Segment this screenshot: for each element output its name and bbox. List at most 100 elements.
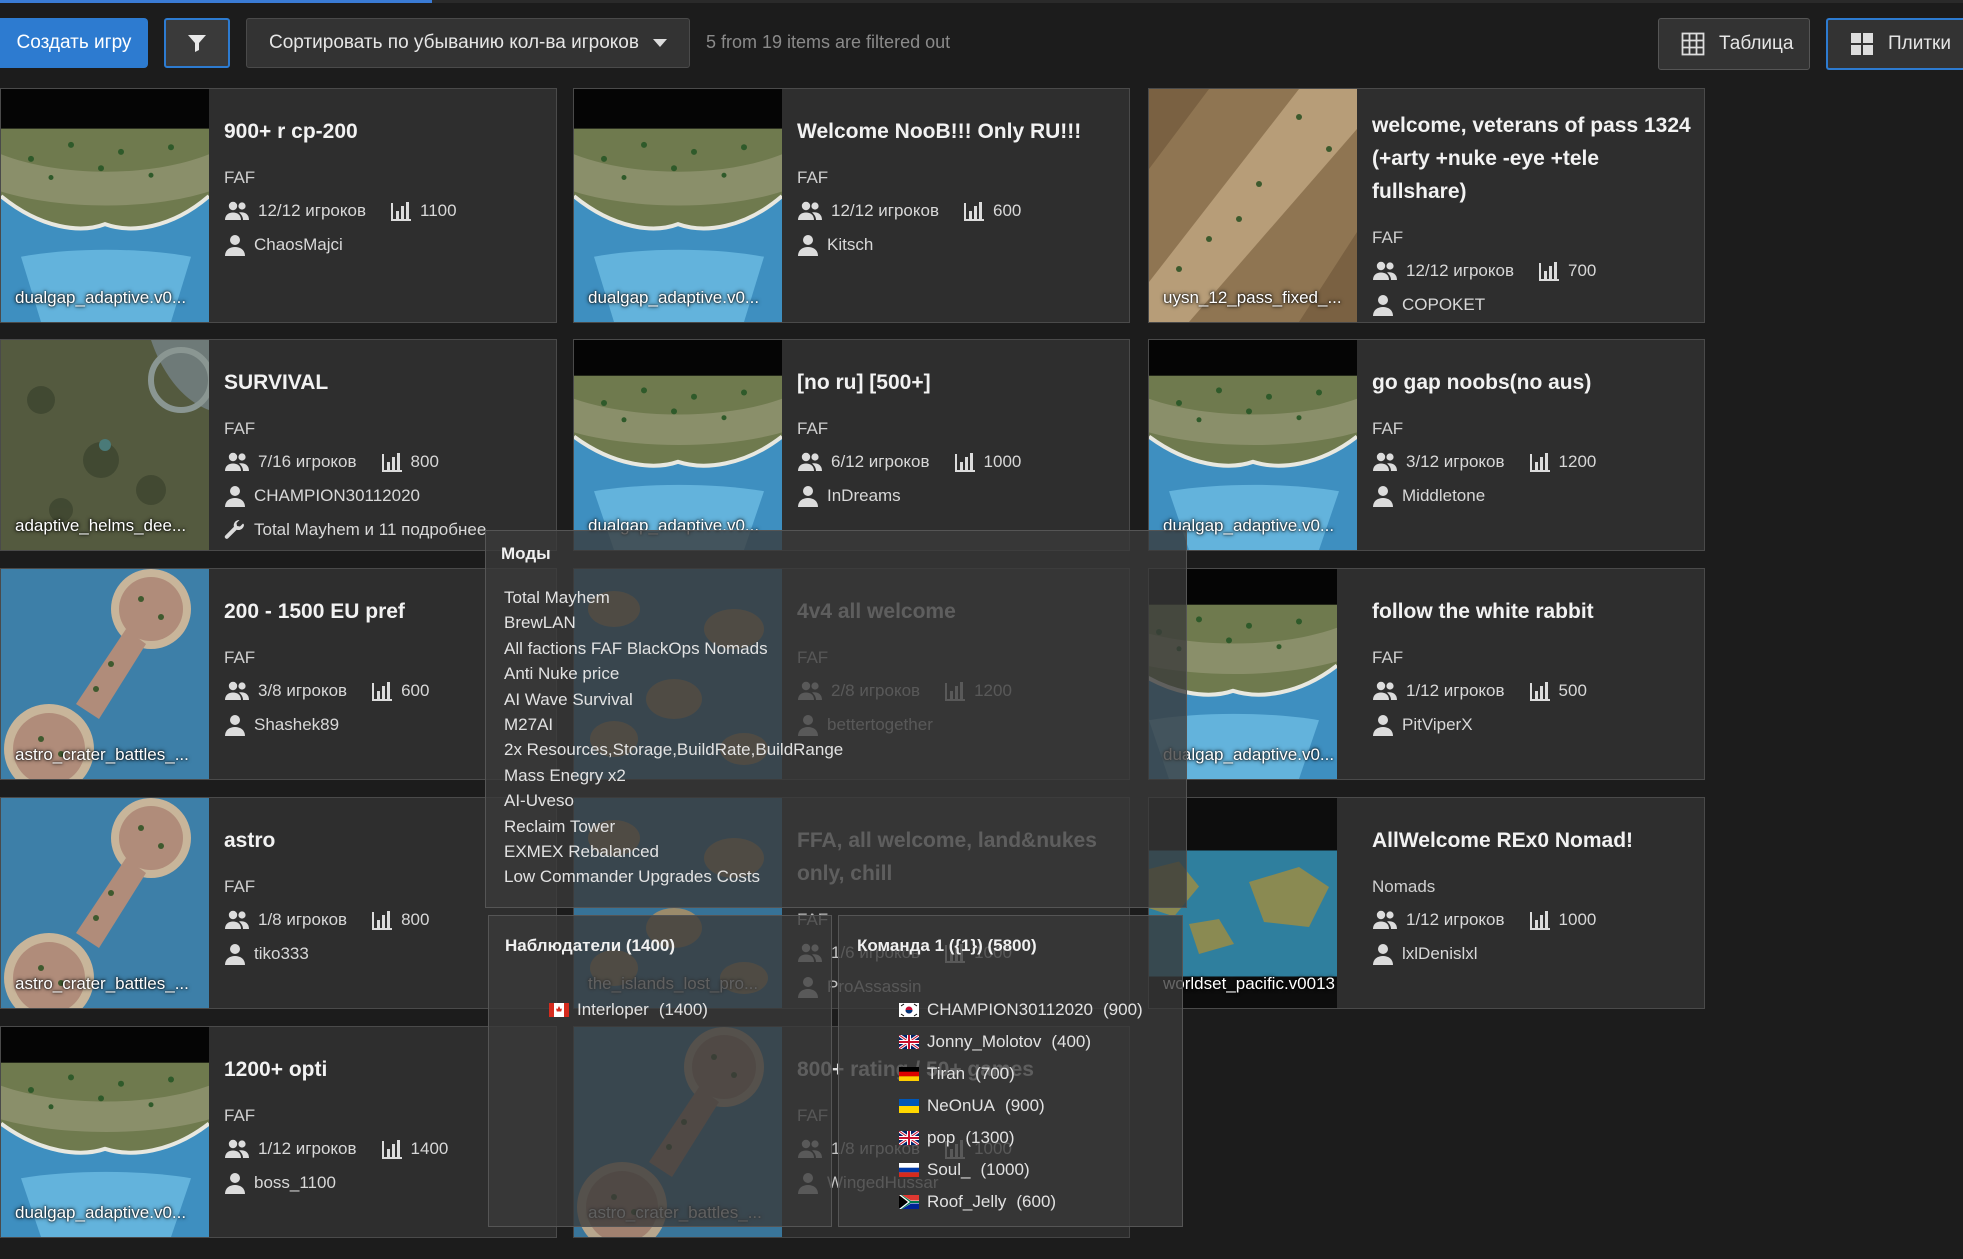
top-progress-line [0,0,1963,3]
game-tile[interactable]: dualgap_adaptive.v0... 1200+ opti FAF 1/… [0,1026,557,1238]
game-title: SURVIVAL [224,371,329,394]
person-icon [225,715,245,736]
sort-select[interactable]: Сортировать по убыванию кол-ва игроков [246,18,690,68]
map-thumbnail: dualgap_adaptive.v0... [1149,340,1357,550]
person-icon [225,486,245,507]
player-name: pop [927,1128,956,1147]
player-count: 7/16 игроков [224,452,357,472]
team-tooltip-title: Команда 1 ({1}) (5800) [857,936,1037,955]
people-icon [225,201,249,220]
game-tile[interactable]: dualgap_adaptive.v0... go gap noobs(no a… [1148,339,1705,551]
mod-item: Total Mayhem [504,588,610,607]
rating: 1000 [954,452,1021,472]
player-count-text: 1/12 игроков [1406,681,1505,700]
game-info: Welcome NooB!!! Only RU!!! FAF 12/12 игр… [797,103,1117,256]
player-rating: (600) [1016,1192,1057,1211]
person-icon [225,944,245,965]
map-thumbnail: dualgap_adaptive.v0... [574,89,782,322]
game-info: go gap noobs(no aus) FAF 3/12 игроков 12… [1372,354,1692,507]
host-name: lxlDenislxl [1402,944,1478,963]
map-thumbnail: astro_crater_battles_... [1,569,209,779]
people-icon [225,910,249,929]
person-icon [1373,715,1393,736]
bar-chart-icon [954,453,975,472]
create-game-button[interactable]: Создать игру [0,18,148,68]
map-name: uysn_12_pass_fixed_... [1163,288,1342,307]
view-table-button[interactable]: Таблица [1658,18,1810,70]
game-tile[interactable]: adaptive_helms_dee... SURVIVAL FAF 7/16 … [0,339,557,551]
map-name: dualgap_adaptive.v0... [15,288,187,307]
rating-text: 1400 [410,1139,449,1158]
game-tile[interactable]: astro_crater_battles_... astro FAF 1/8 и… [0,797,557,1009]
people-icon [225,1139,249,1158]
game-tile[interactable]: dualgap_adaptive.v0... [no ru] [500+] FA… [573,339,1130,551]
game-tile[interactable]: worldset_pacific.v0013 AllWelcome REx0 N… [1148,797,1705,1009]
game-tile[interactable]: dualgap_adaptive.v0... Welcome NooB!!! O… [573,88,1130,323]
game-info: AllWelcome REx0 Nomad! Nomads 1/12 игрок… [1372,812,1692,965]
player-count: 3/8 игроков [224,681,347,701]
rating: 600 [963,201,1021,221]
game-info: welcome, veterans of pass 1324 (+arty +n… [1372,97,1692,316]
player-entry: Jonny_Molotov (400) [899,1026,1143,1058]
host-name: COPOKET [1402,295,1486,314]
map-thumbnail: uysn_12_pass_fixed_... [1149,89,1357,322]
filter-button[interactable] [164,18,230,68]
player-count-text: 12/12 игроков [831,201,939,220]
bar-chart-icon [381,1140,402,1159]
game-stats-row: 1/12 игроков 1000 [1372,909,1692,931]
map-name: astro_crater_battles_... [15,974,189,993]
person-icon [798,235,818,256]
host-name: PitViperX [1402,715,1473,734]
game-stats-row: 12/12 игроков 700 [1372,260,1692,282]
player-count: 1/12 игроков [1372,681,1505,701]
flag-ca-icon [549,1003,569,1017]
host-row: PitViperX [1372,714,1692,736]
game-tile[interactable]: uysn_12_pass_fixed_... welcome, veterans… [1148,88,1705,323]
player-count-text: 6/12 игроков [831,452,930,471]
player-name: Soul_ [927,1160,971,1179]
host-name: tiko333 [254,944,309,963]
player-entry: Roof_Jelly (600) [899,1186,1143,1218]
rating-text: 700 [1568,261,1597,280]
rating-text: 500 [1558,681,1587,700]
player-entry: pop (1300) [899,1122,1143,1154]
person-icon [798,486,818,507]
player-name: NeOnUA [927,1096,996,1115]
mod-item: Reclaim Tower [504,816,616,836]
mods-tooltip-title: Моды [501,544,551,563]
view-tiles-button[interactable]: Плитки [1826,18,1963,70]
mod-item: 2x Resources,Storage,BuildRate,BuildRang… [504,740,844,760]
people-icon [1373,681,1397,700]
player-count: 1/12 игроков [224,1139,357,1159]
featured-mod: FAF [1372,228,1404,247]
view-table-label: Таблица [1719,33,1794,54]
flag-ru-icon [899,1163,919,1177]
bar-chart-icon [381,453,402,472]
flag-ua-icon [899,1099,919,1113]
people-icon [1373,261,1397,280]
people-icon [798,452,822,471]
map-name: dualgap_adaptive.v0... [588,288,760,307]
person-icon [1373,486,1393,507]
player-entry: CHAMPION30112020 (900) [899,994,1143,1026]
grid-icon [1681,32,1705,56]
player-count-text: 1/8 игроков [258,910,348,929]
game-tile[interactable]: dualgap_adaptive.v0... follow the white … [1148,568,1705,780]
game-title: go gap noobs(no aus) [1372,371,1592,394]
map-name: adaptive_helms_dee... [15,516,187,535]
player-count-text: 12/12 игроков [258,201,366,220]
player-rating: (700) [975,1064,1015,1083]
player-name: Tiran [927,1064,966,1083]
rating: 800 [381,452,439,472]
game-tile[interactable]: astro_crater_battles_... 200 - 1500 EU p… [0,568,557,780]
game-stats-row: 1/12 игроков 500 [1372,680,1692,702]
game-stats-row: 6/12 игроков 1000 [797,451,1117,473]
host-row: InDreams [797,485,1117,507]
map-name: dualgap_adaptive.v0... [1163,516,1335,535]
host-name: Kitsch [827,235,874,254]
game-tile[interactable]: dualgap_adaptive.v0... 900+ r cp-200 FAF… [0,88,557,323]
people-icon [225,452,249,471]
game-title: welcome, veterans of pass 1324 (+arty +n… [1372,114,1691,203]
game-stats-row: 12/12 игроков 600 [797,200,1117,222]
mod-item: AI Wave Survival [504,689,633,709]
